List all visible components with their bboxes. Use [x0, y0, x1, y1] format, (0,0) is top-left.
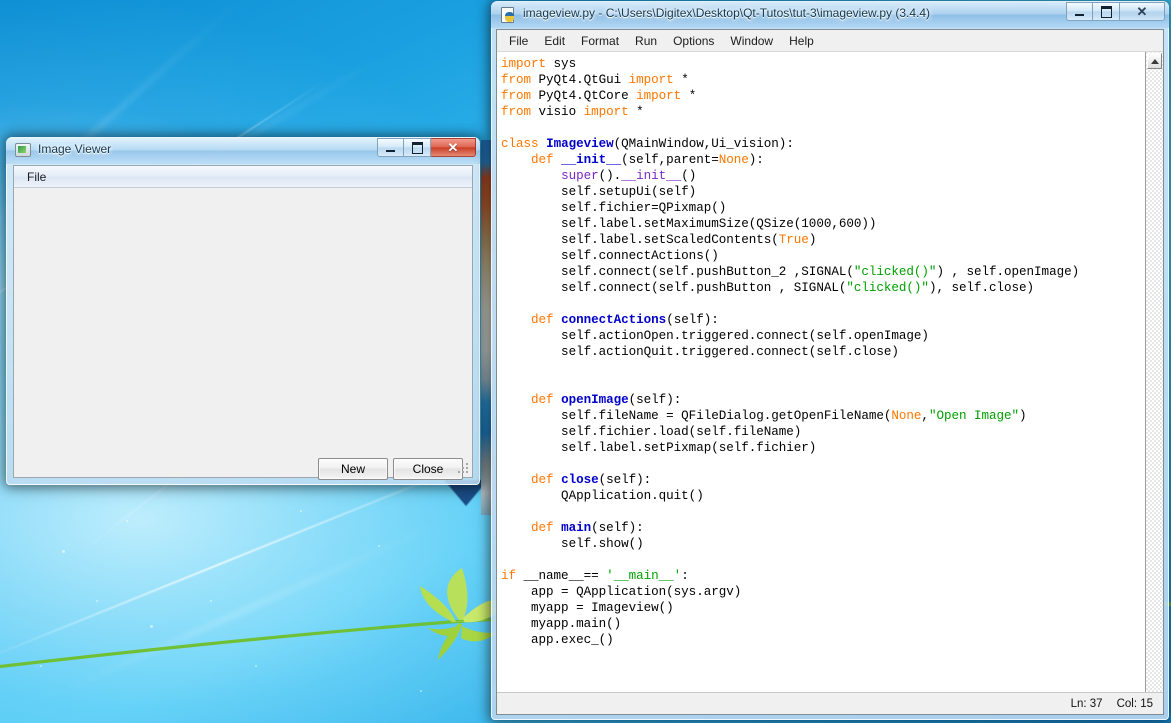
status-bar: Ln: 37 Col: 15 [497, 692, 1163, 714]
close-app-button[interactable]: Close [393, 458, 463, 480]
code-line: self.label.setScaledContents(True) [501, 233, 817, 247]
menu-item-file[interactable]: File [501, 32, 536, 50]
code-line: myapp = Imageview() [501, 601, 674, 615]
idle-window-controls[interactable]: ✕ [1066, 2, 1165, 21]
image-viewer-menubar[interactable]: File [14, 166, 472, 188]
code-line: self.connect(self.pushButton , SIGNAL("c… [501, 281, 1035, 295]
vertical-scrollbar[interactable] [1145, 52, 1163, 692]
code-line: super().__init__() [561, 169, 697, 183]
code-line: QApplication.quit() [501, 489, 704, 503]
scroll-up-button[interactable] [1147, 53, 1162, 69]
wallpaper-sparkle [378, 545, 380, 547]
code-line: def __init__(self,parent=None): [531, 153, 764, 167]
menu-item-options[interactable]: Options [665, 32, 722, 50]
code-line: import sys [501, 57, 577, 71]
image-viewer-window-controls[interactable]: ✕ [377, 138, 476, 157]
maximize-icon [1100, 5, 1112, 18]
idle-client-area: File Edit Format Run Options Window Help… [496, 29, 1164, 715]
code-line: from PyQt4.QtCore import * [501, 89, 697, 103]
menu-item-file[interactable]: File [20, 168, 53, 186]
menu-item-run[interactable]: Run [627, 32, 665, 50]
wallpaper-sparkle [62, 550, 65, 553]
wallpaper-sparkle [126, 520, 128, 522]
minimize-icon [1075, 13, 1084, 16]
close-icon: ✕ [1136, 4, 1148, 19]
maximize-button[interactable] [404, 138, 431, 157]
image-display-canvas: New Close [14, 188, 472, 480]
code-line: self.connect(self.pushButton_2 ,SIGNAL("… [501, 265, 1080, 279]
wallpaper-sparkle [96, 600, 98, 602]
close-button[interactable]: ✕ [431, 138, 476, 157]
app-monitor-icon [15, 143, 31, 157]
image-viewer-window[interactable]: Image Viewer ✕ File New Close [6, 137, 480, 485]
idle-editor-window[interactable]: imageview.py - C:\Users\Digitex\Desktop\… [491, 1, 1169, 720]
close-icon: ✕ [447, 140, 459, 155]
image-viewer-client-area: File New Close [13, 165, 473, 480]
python-file-icon [500, 7, 516, 23]
code-line: app.exec_() [501, 633, 614, 647]
code-line: def connectActions(self): [531, 313, 719, 327]
minimize-icon [386, 149, 395, 152]
close-button[interactable]: ✕ [1120, 2, 1165, 21]
code-line: self.show() [501, 537, 644, 551]
wallpaper-sparkle [150, 625, 153, 628]
wallpaper-sparkle [255, 665, 257, 667]
code-line: class Imageview(QMainWindow,Ui_vision): [501, 137, 794, 151]
code-line: self.setupUi(self) [501, 185, 697, 199]
chevron-up-icon [1150, 58, 1159, 64]
code-line: self.label.setMaximumSize(QSize(1000,600… [501, 217, 877, 231]
code-line: self.actionOpen.triggered.connect(self.o… [501, 329, 929, 343]
menu-item-window[interactable]: Window [722, 32, 781, 50]
code-line: def close(self): [531, 473, 652, 487]
minimize-button[interactable] [377, 138, 404, 157]
editor-area[interactable]: import sys from PyQt4.QtGui import * from … [497, 52, 1163, 692]
code-line: from PyQt4.QtGui import * [501, 73, 689, 87]
menu-item-edit[interactable]: Edit [536, 32, 573, 50]
code-line: self.fichier=QPixmap() [501, 201, 727, 215]
wallpaper-sparkle [420, 690, 422, 692]
code-line: app = QApplication(sys.argv) [501, 585, 742, 599]
maximize-icon [411, 141, 423, 154]
image-viewer-title: Image Viewer [38, 142, 112, 156]
line-indicator: Ln: 37 [1070, 697, 1103, 710]
code-line: self.connectActions() [501, 249, 719, 263]
menu-item-format[interactable]: Format [573, 32, 627, 50]
code-line: self.label.setPixmap(self.fichier) [501, 441, 817, 455]
code-line: def main(self): [531, 521, 644, 535]
idle-menubar[interactable]: File Edit Format Run Options Window Help [497, 30, 1163, 52]
minimize-button[interactable] [1066, 2, 1093, 21]
code-line: def openImage(self): [531, 393, 682, 407]
code-editor-text[interactable]: import sys from PyQt4.QtGui import * from … [497, 52, 1145, 692]
code-line: self.actionQuit.triggered.connect(self.c… [501, 345, 899, 359]
code-line: self.fichier.load(self.fileName) [501, 425, 802, 439]
code-line: if __name__== '__main__': [501, 569, 689, 583]
desktop-background: Image Viewer ✕ File New Close imageview.… [0, 0, 1171, 723]
wallpaper-sparkle [40, 665, 42, 667]
menu-item-help[interactable]: Help [781, 32, 822, 50]
wallpaper-streak [58, 519, 445, 695]
idle-titlebar[interactable]: imageview.py - C:\Users\Digitex\Desktop\… [491, 1, 1169, 28]
idle-title: imageview.py - C:\Users\Digitex\Desktop\… [523, 6, 931, 20]
column-indicator: Col: 15 [1116, 697, 1153, 710]
maximize-button[interactable] [1093, 2, 1120, 21]
wallpaper-sparkle [210, 600, 212, 602]
resize-grip[interactable] [457, 462, 470, 475]
code-line: myapp.main() [501, 617, 622, 631]
code-line: self.fileName = QFileDialog.getOpenFileN… [501, 409, 1027, 423]
code-line: from visio import * [501, 105, 644, 119]
image-viewer-titlebar[interactable]: Image Viewer ✕ [6, 137, 480, 164]
new-button[interactable]: New [318, 458, 388, 480]
wallpaper-sparkle [300, 510, 302, 512]
